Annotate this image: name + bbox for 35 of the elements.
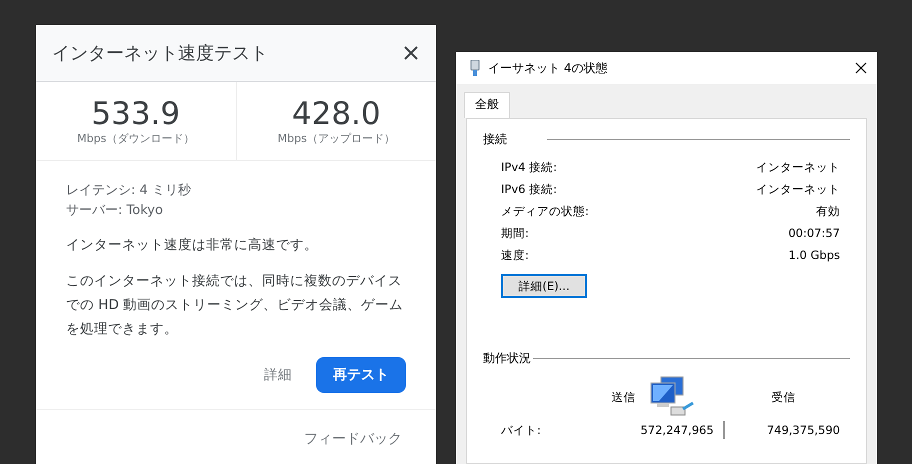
field-value: 1.0 Gbps	[788, 248, 840, 262]
section-heading: 接続	[483, 131, 507, 148]
sent-value: 572,247,965	[640, 423, 714, 437]
speed-value: 533.9	[91, 96, 180, 130]
speed-value: 428.0	[292, 96, 381, 130]
field-label: IPv4 接続:	[501, 160, 557, 174]
close-icon[interactable]	[855, 62, 867, 74]
close-icon[interactable]	[402, 44, 420, 62]
summary-text: インターネット速度は非常に高速です。	[66, 236, 319, 255]
sent-label: 送信	[612, 390, 636, 404]
section-heading: 動作状況	[483, 350, 531, 367]
field-label: 速度:	[501, 248, 529, 262]
details-button[interactable]: 詳細(E)...	[501, 274, 587, 298]
tab[interactable]: 全般	[464, 92, 510, 118]
field-value: インターネット	[756, 160, 840, 174]
received-label: 受信	[772, 390, 796, 404]
received-value: 749,375,590	[766, 423, 840, 437]
detail-text: レイテンシ: 4 ミリ秒	[66, 182, 192, 200]
field-label: IPv6 接続:	[501, 182, 557, 196]
field-label: バイト:	[501, 422, 542, 438]
window-title: イーサネット 4の状態	[488, 60, 608, 76]
speed-unit: Mbps（アップロード）	[278, 130, 395, 146]
network-plug-icon	[470, 60, 480, 76]
field-label: 期間:	[501, 226, 529, 240]
field-value: 有効	[816, 204, 840, 218]
details-link[interactable]: 詳細	[260, 360, 296, 390]
description-text: このインターネット接続では、同時に複数のデバイスでの HD 動画のストリーミング、ビデオ会議、ゲームを処理できます。	[66, 272, 404, 339]
card-title: インターネット速度テスト	[52, 42, 268, 65]
speed-unit: Mbps（ダウンロード）	[77, 130, 194, 146]
detail-text: サーバー: Tokyo	[66, 202, 164, 220]
field-value: インターネット	[756, 182, 840, 196]
feedback-link[interactable]: フィードバック	[304, 430, 402, 448]
field-label: メディアの状態:	[501, 204, 589, 218]
field-value: 00:07:57	[788, 226, 840, 240]
retest-button[interactable]: 再テスト	[316, 357, 406, 393]
